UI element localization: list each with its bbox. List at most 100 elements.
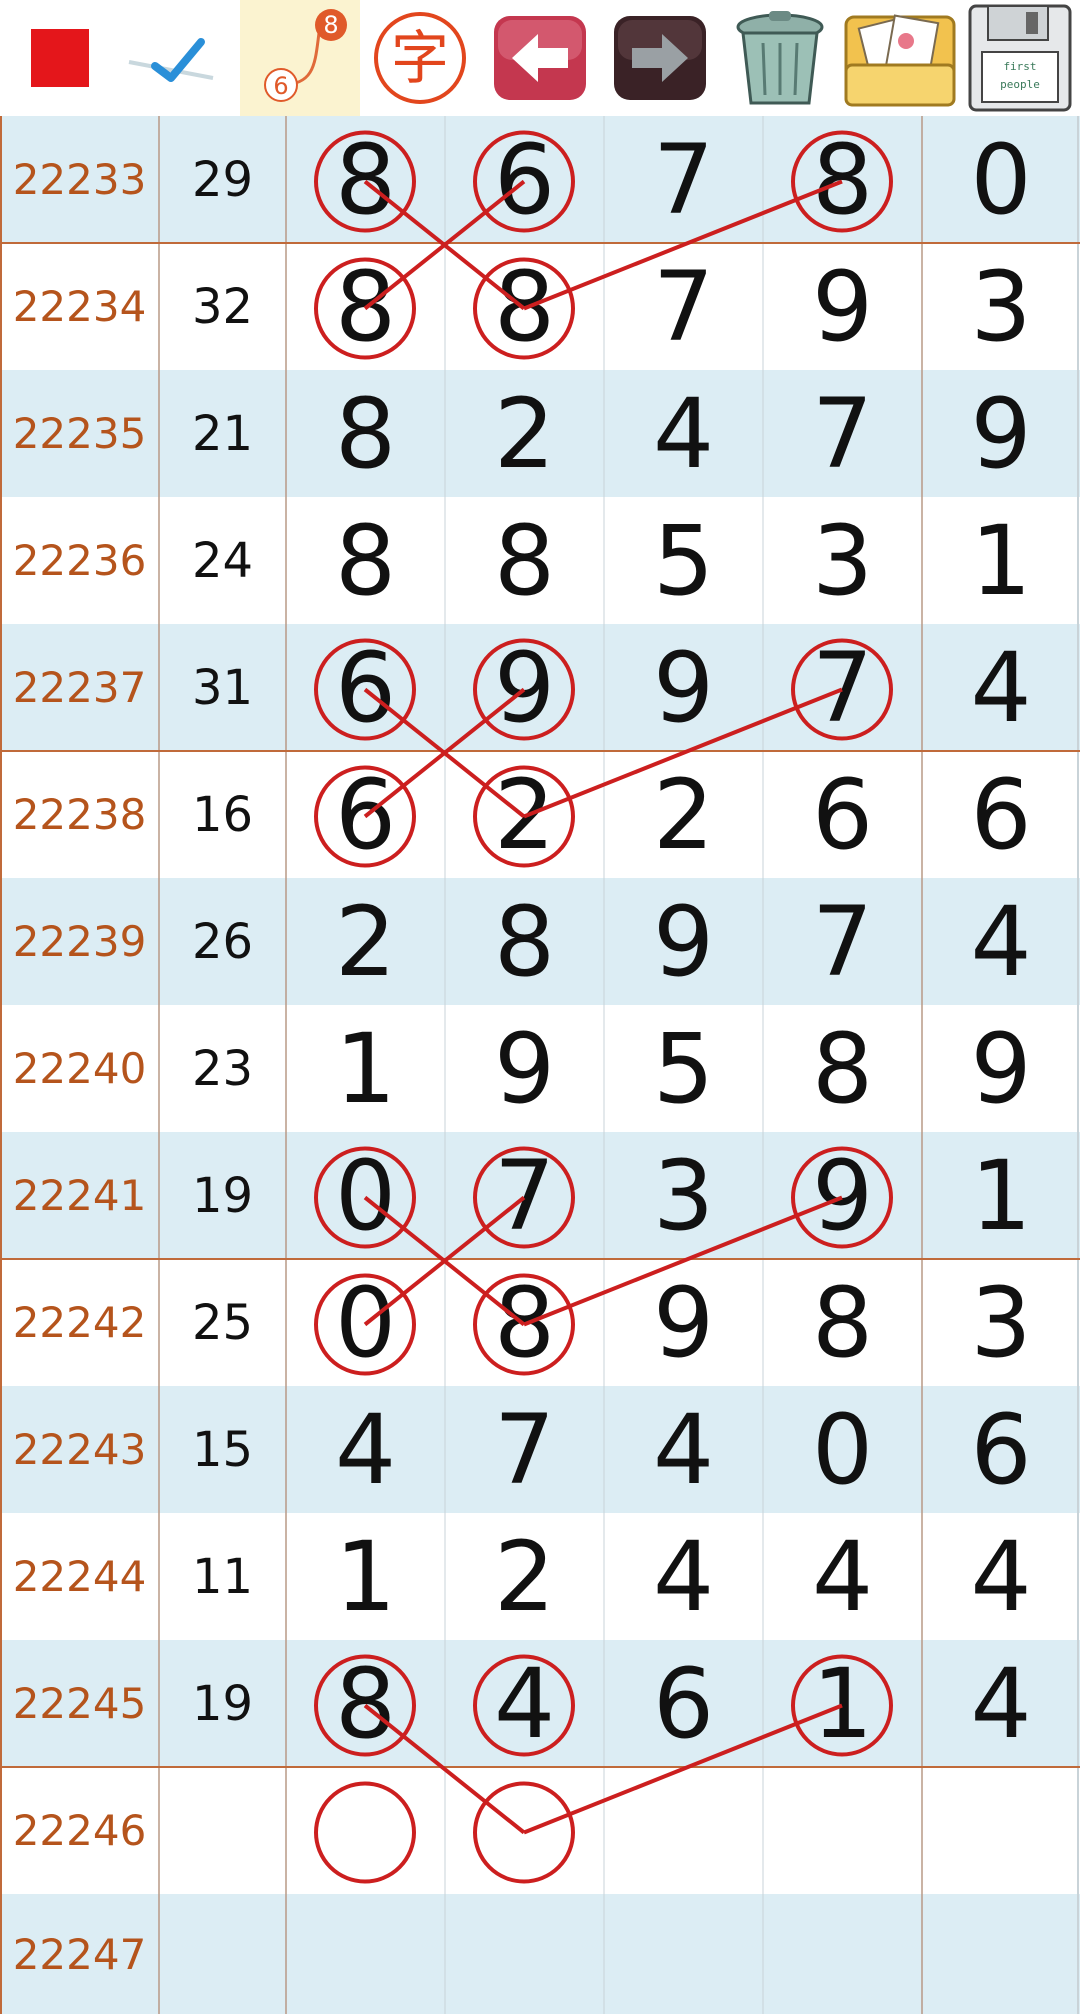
digit-cell[interactable]: 8 — [286, 497, 445, 624]
digit-cell[interactable]: 9 — [922, 370, 1080, 497]
digit-cell[interactable]: 2 — [445, 1513, 604, 1640]
digit-cell[interactable]: 9 — [445, 624, 604, 751]
photos-tool[interactable] — [840, 0, 960, 116]
digit-cell[interactable]: 9 — [445, 1005, 604, 1132]
red-square-tool[interactable] — [0, 0, 120, 116]
digit-cell[interactable]: 8 — [445, 243, 604, 370]
digit-cell[interactable]: 0 — [922, 116, 1080, 243]
trash-tool[interactable] — [720, 0, 840, 116]
digit-cell[interactable]: 5 — [604, 1005, 763, 1132]
digit-cell[interactable]: 7 — [763, 878, 922, 1005]
digit-cell[interactable]: 3 — [922, 1259, 1080, 1386]
digit-cell[interactable]: 4 — [604, 370, 763, 497]
digit-cell[interactable]: 8 — [286, 1640, 445, 1767]
digit-cell[interactable]: 2 — [286, 878, 445, 1005]
digit-cell[interactable]: 9 — [922, 1005, 1080, 1132]
digit-cell[interactable]: 9 — [604, 878, 763, 1005]
digit-cell[interactable]: 1 — [286, 1513, 445, 1640]
digit-cell[interactable]: 4 — [922, 1513, 1080, 1640]
back-tool[interactable] — [480, 0, 600, 116]
issue-number: 22246 — [12, 1806, 147, 1855]
save-tool[interactable]: first people — [960, 0, 1080, 116]
digit-cell[interactable]: 8 — [286, 116, 445, 243]
digit-cell[interactable] — [763, 1767, 922, 1894]
digit-cell[interactable]: 1 — [922, 1132, 1080, 1259]
issue-number: 22243 — [12, 1425, 147, 1474]
link-number-tool[interactable]: 86 — [240, 0, 360, 116]
sum-value: 25 — [191, 1294, 254, 1351]
digit-cell[interactable] — [445, 1767, 604, 1894]
digit-cell[interactable]: 9 — [763, 1132, 922, 1259]
digit-cell[interactable]: 4 — [286, 1386, 445, 1513]
digit-cell[interactable]: 9 — [763, 243, 922, 370]
issue-number: 22236 — [12, 536, 147, 585]
issue-number: 22240 — [12, 1044, 147, 1093]
digit-cell[interactable]: 4 — [604, 1513, 763, 1640]
table-row: 22242 25 0 8 9 8 3 — [0, 1259, 1080, 1386]
digit-cell[interactable] — [604, 1894, 763, 2014]
digit-cell[interactable]: 0 — [763, 1386, 922, 1513]
digit-cell[interactable]: 2 — [604, 751, 763, 878]
digit-cell[interactable]: 8 — [763, 1259, 922, 1386]
digit-cell[interactable] — [763, 1894, 922, 2014]
table-row: 22247 — [0, 1894, 1080, 2014]
digit-cell[interactable]: 6 — [445, 116, 604, 243]
digit-cell[interactable] — [445, 1894, 604, 2014]
digit-cell[interactable] — [922, 1767, 1080, 1894]
digit-cell[interactable]: 7 — [604, 243, 763, 370]
digit-cell[interactable]: 9 — [604, 624, 763, 751]
digit-cell[interactable]: 1 — [922, 497, 1080, 624]
digit-cell[interactable]: 6 — [922, 751, 1080, 878]
digit-cell[interactable]: 4 — [445, 1640, 604, 1767]
digit-cell[interactable] — [286, 1894, 445, 2014]
digit-cell[interactable]: 7 — [445, 1132, 604, 1259]
digit-cell[interactable]: 8 — [445, 878, 604, 1005]
digit-cell[interactable]: 8 — [286, 370, 445, 497]
digit-cell[interactable]: 0 — [286, 1132, 445, 1259]
digit-cell[interactable] — [286, 1767, 445, 1894]
check-tool[interactable] — [120, 0, 240, 116]
floppy-disk-icon: first people — [964, 2, 1076, 114]
trash-can-icon — [725, 3, 835, 113]
digit-cell[interactable]: 5 — [604, 497, 763, 624]
digit-cell[interactable]: 6 — [922, 1386, 1080, 1513]
arrow-left-icon — [490, 8, 590, 108]
digit-cell[interactable]: 4 — [922, 624, 1080, 751]
text-tool[interactable]: 字 — [360, 0, 480, 116]
digit-cell[interactable]: 3 — [922, 243, 1080, 370]
digit-cell[interactable]: 2 — [445, 751, 604, 878]
digit-cell[interactable]: 7 — [763, 624, 922, 751]
digit-cell[interactable]: 8 — [445, 1259, 604, 1386]
digit-cell[interactable]: 6 — [604, 1640, 763, 1767]
digit-cell[interactable]: 6 — [286, 751, 445, 878]
digit-cell[interactable]: 7 — [445, 1386, 604, 1513]
table-row: 22240 23 1 9 5 8 9 — [0, 1005, 1080, 1132]
sum-value — [159, 1767, 286, 1894]
issue-number: 22247 — [12, 1929, 147, 1979]
digit-cell[interactable]: 8 — [445, 497, 604, 624]
digit-cell[interactable]: 1 — [286, 1005, 445, 1132]
digit-cell[interactable]: 4 — [604, 1386, 763, 1513]
digit-cell[interactable]: 3 — [763, 497, 922, 624]
digit-cell[interactable]: 7 — [604, 116, 763, 243]
digit-cell[interactable]: 4 — [763, 1513, 922, 1640]
digit-cell[interactable] — [922, 1894, 1080, 2014]
digit-cell[interactable]: 8 — [286, 243, 445, 370]
digit-cell[interactable]: 0 — [286, 1259, 445, 1386]
digit-cell[interactable]: 2 — [445, 370, 604, 497]
digit-cell[interactable]: 8 — [763, 116, 922, 243]
digit-cell[interactable]: 9 — [604, 1259, 763, 1386]
digit-cell[interactable]: 6 — [763, 751, 922, 878]
digit-cell[interactable]: 3 — [604, 1132, 763, 1259]
forward-tool[interactable] — [600, 0, 720, 116]
digit-cell[interactable] — [604, 1767, 763, 1894]
digit-cell[interactable]: 6 — [286, 624, 445, 751]
digit-cell[interactable]: 8 — [763, 1005, 922, 1132]
digit-cell[interactable]: 4 — [922, 878, 1080, 1005]
issue-number: 22242 — [12, 1298, 147, 1347]
issue-number: 22244 — [12, 1552, 147, 1601]
digit-cell[interactable]: 7 — [763, 370, 922, 497]
issue-number: 22234 — [12, 282, 147, 331]
digit-cell[interactable]: 1 — [763, 1640, 922, 1767]
digit-cell[interactable]: 4 — [922, 1640, 1080, 1767]
